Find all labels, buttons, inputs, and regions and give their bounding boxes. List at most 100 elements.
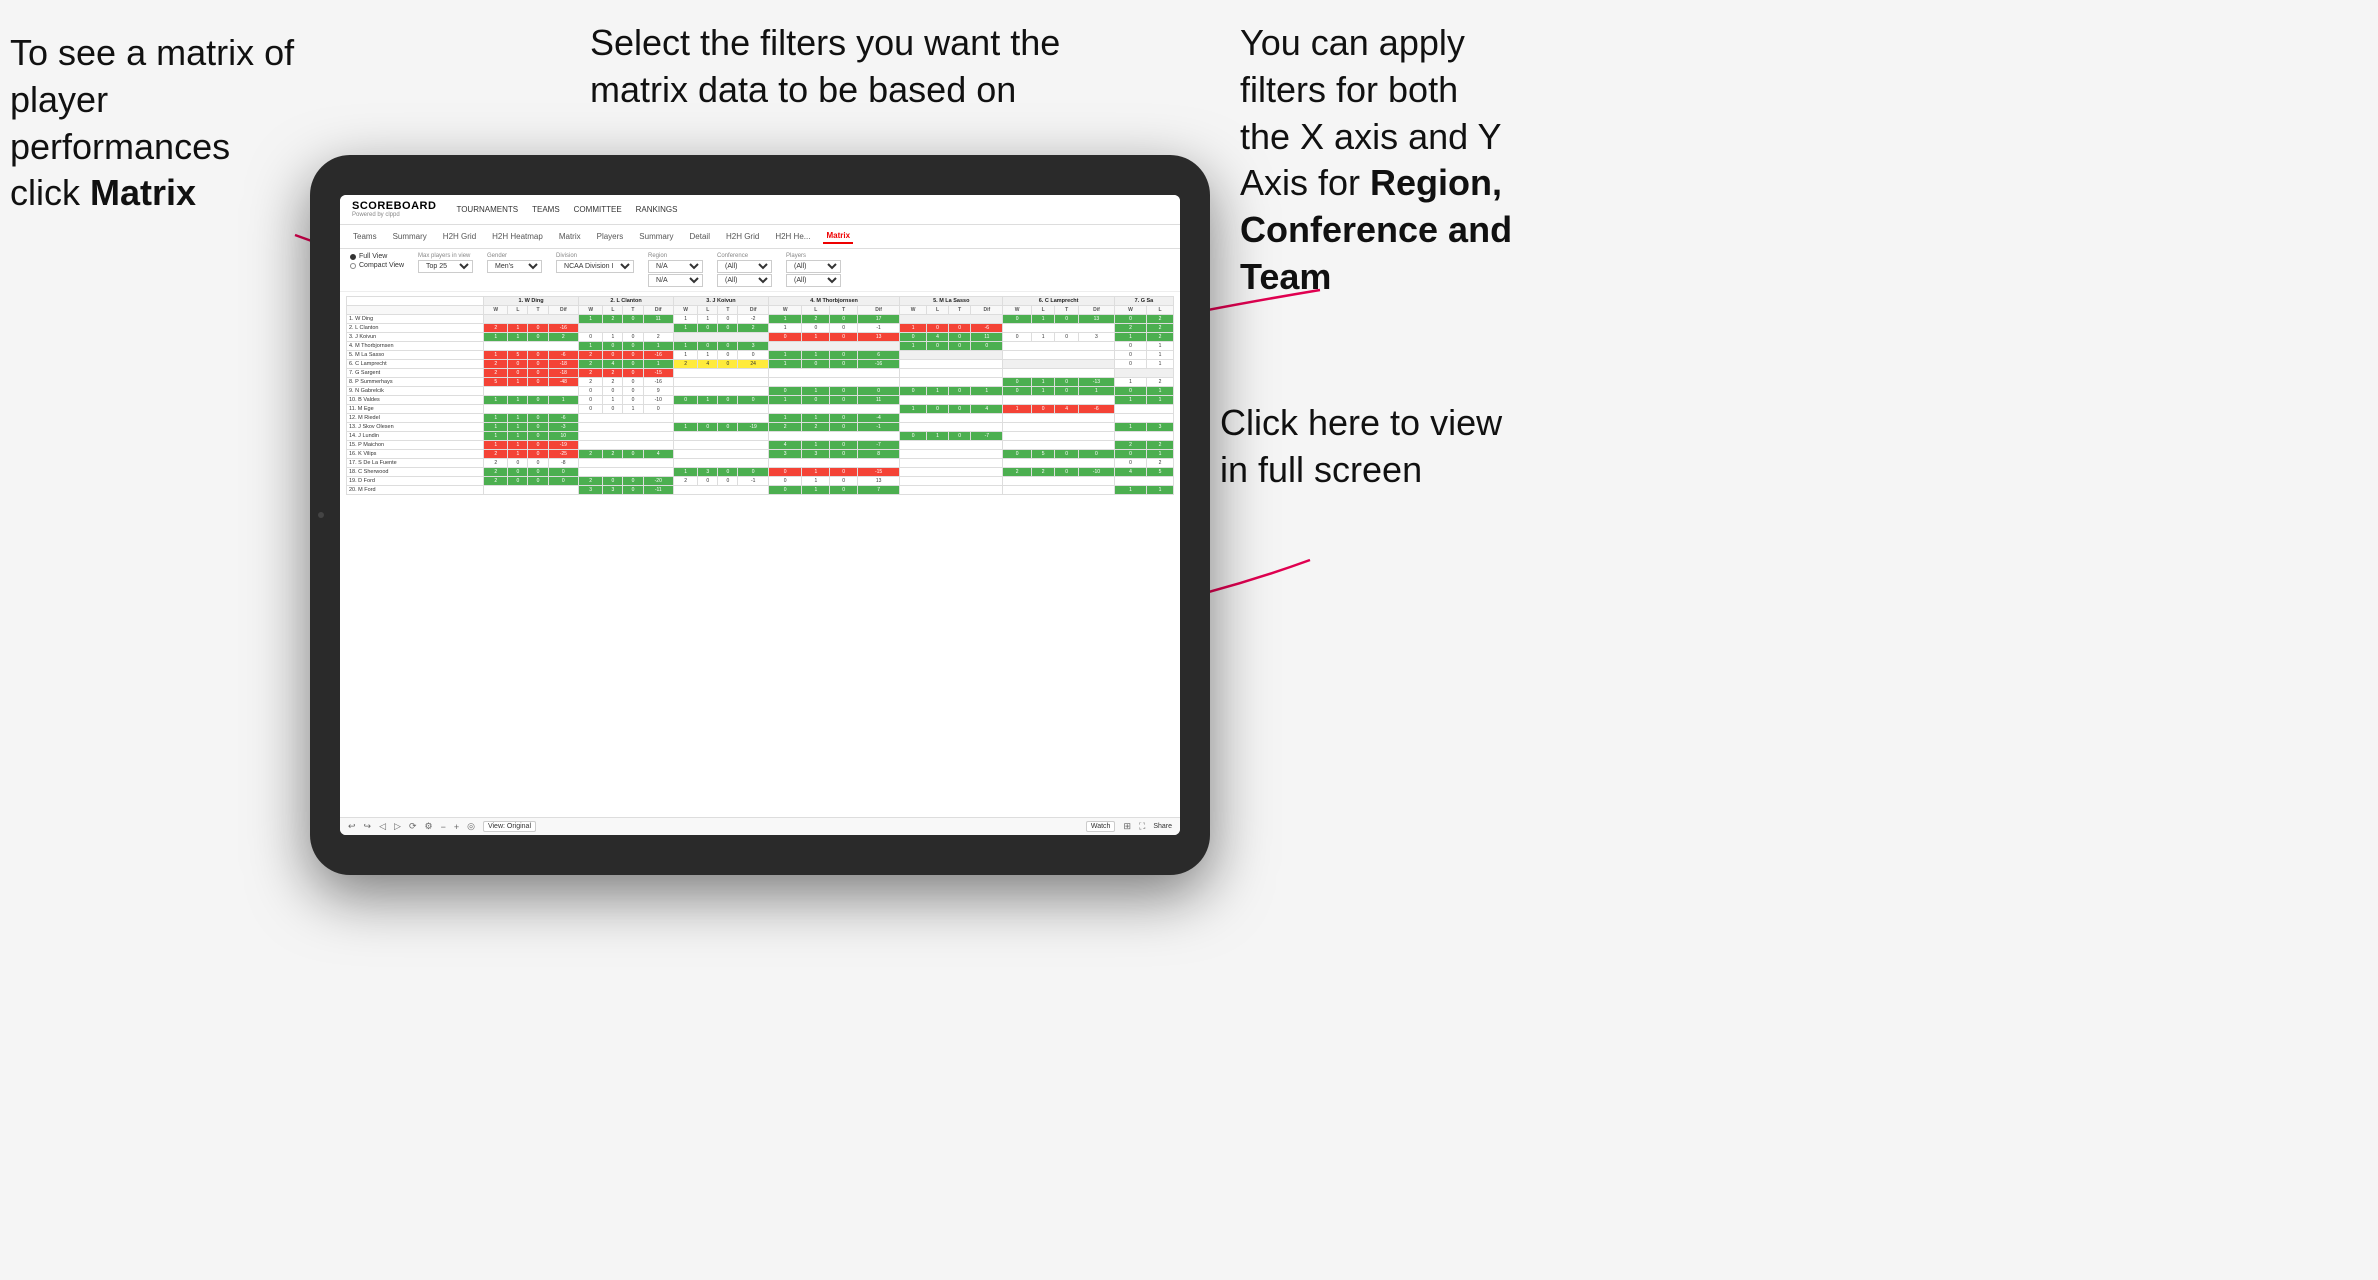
undo-btn[interactable]: ↩ [348,821,356,832]
subnav-summary[interactable]: Summary [390,230,430,243]
division-select[interactable]: NCAA Division I [556,260,634,273]
subnav-detail[interactable]: Detail [687,230,713,243]
matrix-cell: 2 [802,315,830,324]
region-select-2[interactable]: N/A [648,274,703,287]
matrix-cell: 5 [484,378,508,387]
nav-rankings[interactable]: RANKINGS [636,205,678,214]
target-btn[interactable]: ◎ [467,821,475,832]
sh-d5: Dif [971,306,1003,315]
region-select-1[interactable]: N/A [648,260,703,273]
matrix-cell: 0 [1055,468,1079,477]
matrix-cell: 3 [603,486,623,495]
matrix-cell: 0 [718,342,738,351]
matrix-cell: 2 [484,459,508,468]
matrix-cell: 0 [718,468,738,477]
nav-committee[interactable]: COMMITTEE [574,205,622,214]
conference-select-2[interactable]: (All) [717,274,772,287]
matrix-cell: 0 [802,396,830,405]
watch-label[interactable]: Watch [1086,821,1116,832]
matrix-cell: -7 [857,441,899,450]
players-select-1[interactable]: (All) [786,260,841,273]
table-row: 18. C Sherwood20001300010-15220-1045 [347,468,1174,477]
matrix-cell-empty [900,423,1003,432]
matrix-cell: -16 [643,351,673,360]
tablet-device: SCOREBOARD Powered by clppd TOURNAMENTS … [310,155,1210,875]
fullscreen-btn[interactable]: ⛶ [1139,821,1145,832]
matrix-cell: 0 [1031,405,1055,414]
full-view-radio[interactable] [350,254,356,260]
matrix-cell: 24 [738,360,768,369]
matrix-cell-empty [900,459,1003,468]
matrix-cell: 0 [830,423,858,432]
matrix-cell: 0 [802,324,830,333]
share-btn[interactable]: Share [1153,823,1172,830]
compact-view-label: Compact View [359,262,404,269]
matrix-cell: 5 [1147,468,1174,477]
filter-region: Region N/A N/A [648,253,703,287]
matrix-cell: 1 [768,414,802,423]
matrix-cell: 1 [802,441,830,450]
matrix-cell: 1 [673,423,697,432]
matrix-cell: 2 [1147,441,1174,450]
matrix-cell: 0 [1003,315,1031,324]
compact-view-radio[interactable] [350,263,356,269]
matrix-cell: 0 [579,405,603,414]
player-name-cell: 6. C Lamprecht [347,360,484,369]
sh-d1: Dif [548,306,578,315]
refresh-btn[interactable]: ⟳ [409,821,417,832]
forward-btn[interactable]: ▷ [394,821,401,832]
matrix-cell: 0 [830,486,858,495]
annotation-br-l2: in full screen [1220,449,1422,490]
matrix-cell: 2 [1031,468,1055,477]
subnav-h2hgrid[interactable]: H2H Grid [440,230,479,243]
layout-btn[interactable]: ⊞ [1123,821,1131,832]
compact-view-option[interactable]: Compact View [350,262,404,269]
subnav-summary2[interactable]: Summary [636,230,676,243]
matrix-cell: 0 [1055,315,1079,324]
players-select-2[interactable]: (All) [786,274,841,287]
full-view-option[interactable]: Full View [350,253,404,260]
matrix-cell: 0 [802,360,830,369]
filter-division: Division NCAA Division I [556,253,634,273]
matrix-cell: 1 [1147,342,1174,351]
matrix-cell: 0 [548,477,578,486]
matrix-cell: -10 [1078,468,1114,477]
gender-select[interactable]: Men's [487,260,542,273]
max-players-select[interactable]: Top 25 [418,260,473,273]
matrix-cell: 1 [1147,450,1174,459]
zoom-out-btn[interactable]: − [441,822,446,832]
subnav-matrix-players[interactable]: Matrix [556,230,584,243]
matrix-cell-empty [900,486,1003,495]
back-btn[interactable]: ◁ [379,821,386,832]
subnav-teams[interactable]: Teams [350,230,380,243]
nav-teams[interactable]: TEAMS [532,205,560,214]
matrix-cell: 4 [926,333,948,342]
matrix-cell: 1 [1078,387,1114,396]
sh-t3: T [718,306,738,315]
redo-btn[interactable]: ↪ [364,821,372,832]
annotation-topright: You can apply filters for both the X axi… [1240,20,1580,301]
view-original-label[interactable]: View: Original [483,821,536,832]
zoom-in-btn[interactable]: + [454,822,459,832]
sh-d4: Dif [857,306,899,315]
matrix-cell: 0 [528,477,548,486]
player-name-cell: 7. G Sargent [347,369,484,378]
nav-tournaments[interactable]: TOURNAMENTS [456,205,518,214]
subnav-h2hhe[interactable]: H2H He... [772,230,813,243]
settings-btn[interactable]: ⚙ [424,821,432,832]
conference-select-1[interactable]: (All) [717,260,772,273]
matrix-cell: 1 [484,351,508,360]
matrix-cell: 2 [603,369,623,378]
matrix-cell: 2 [1114,441,1146,450]
player-name-cell: 4. M Thorbjornsen [347,342,484,351]
subnav-matrix[interactable]: Matrix [823,229,853,244]
matrix-cell: 2 [768,423,802,432]
matrix-cell: 2 [1147,378,1174,387]
subnav-players[interactable]: Players [594,230,627,243]
table-row: 9. N Gabrelcik000901000101010101 [347,387,1174,396]
matrix-cell-empty [673,369,768,378]
matrix-cell: 0 [768,387,802,396]
matrix-cell: -6 [1078,405,1114,414]
subnav-h2hgrid2[interactable]: H2H Grid [723,230,762,243]
subnav-h2hheatmap[interactable]: H2H Heatmap [489,230,546,243]
